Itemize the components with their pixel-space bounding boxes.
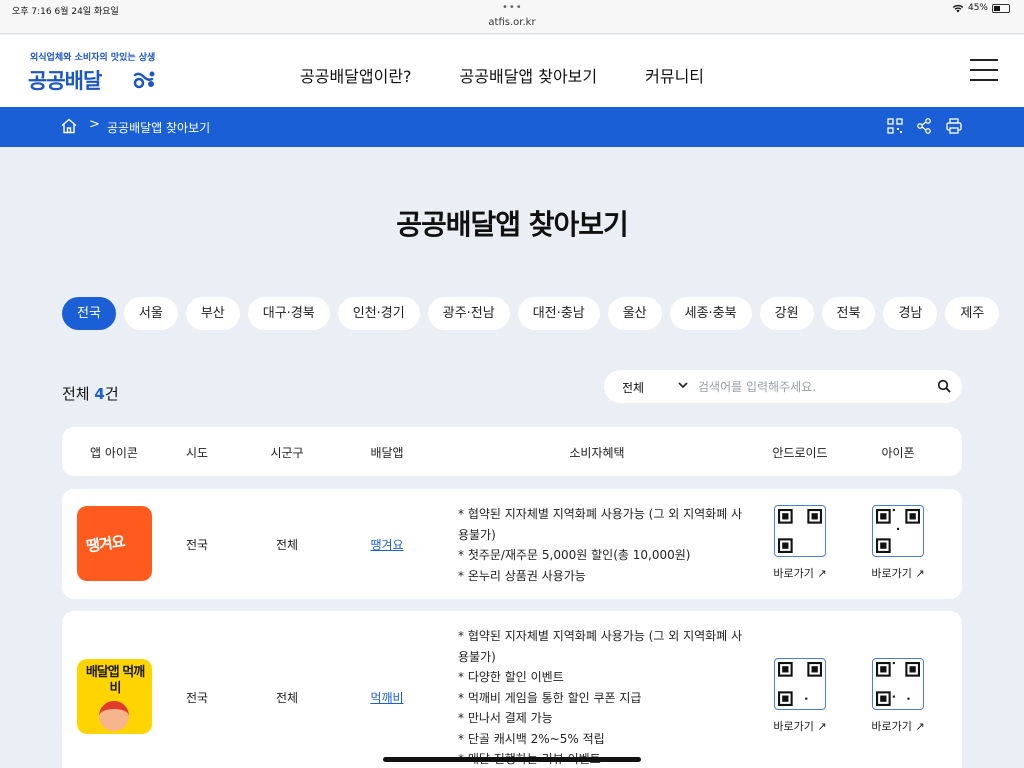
region-filter: 전국 서울 부산 대구·경북 인천·경기 광주·전남 대전·충남 울산 세종·충북 강원 전북 경남 제… xyxy=(62,297,1000,330)
result-count: 전체 4건 xyxy=(62,383,119,404)
ios-download: 바로가기 ↗ xyxy=(858,505,938,581)
multitask-dots[interactable]: ••• xyxy=(502,2,523,13)
android-link[interactable]: 바로가기 ↗ xyxy=(760,565,840,581)
region-chip[interactable]: 경남 xyxy=(883,297,938,330)
logo-tagline: 외식업체와 소비자의 맛있는 상생 xyxy=(30,53,156,63)
search-input[interactable] xyxy=(698,376,930,398)
home-icon[interactable] xyxy=(60,117,78,135)
android-link[interactable]: 바로가기 ↗ xyxy=(760,718,840,734)
region-chip[interactable]: 울산 xyxy=(607,297,662,330)
col-delivery-app: 배달앱 xyxy=(370,446,404,460)
app-icon-label: 배달앱 먹깨비 xyxy=(85,665,145,696)
region-chip[interactable]: 제주 xyxy=(945,297,1000,330)
app-link-ttaenggyeoyo[interactable]: 땡겨요 xyxy=(360,536,414,553)
region-chip[interactable]: 강원 xyxy=(759,297,814,330)
benefit-item: * 만나서 결제 가능 xyxy=(458,711,553,725)
benefits-list: * 협약된 지자체별 지역화폐 사용가능 (그 외 지역화폐 사용불가) * 다… xyxy=(458,626,748,768)
benefit-item: * 첫주문/재주문 5,000원 할인(총 10,000원) xyxy=(458,548,691,562)
table-row: 땡겨요 전국 전체 땡겨요 * 협약된 지자체별 지역화폐 사용가능 (그 외 … xyxy=(62,489,962,599)
region-chip[interactable]: 부산 xyxy=(185,297,240,330)
android-qr-code[interactable] xyxy=(774,505,826,557)
col-sido: 시도 xyxy=(185,446,209,460)
region-chip[interactable]: 세종·충북 xyxy=(669,297,752,330)
cell-sigungu: 전체 xyxy=(275,691,299,705)
menu-icon[interactable] xyxy=(970,59,998,81)
app-link-mukkaebi[interactable]: 먹깨비 xyxy=(360,689,414,706)
benefit-item: * 협약된 지자체별 지역화폐 사용가능 (그 외 지역화폐 사용불가) xyxy=(458,629,743,664)
qr-code-icon[interactable] xyxy=(886,117,904,135)
region-chip[interactable]: 광주·전남 xyxy=(427,297,510,330)
status-right: 45% xyxy=(952,3,1010,13)
col-app-icon: 앱 아이콘 xyxy=(90,446,138,460)
chevron-down-icon[interactable] xyxy=(677,378,689,392)
main-nav: 공공배달앱이란? 공공배달앱 찾아보기 커뮤니티 xyxy=(300,63,704,87)
android-download: 바로가기 ↗ xyxy=(760,505,840,581)
search-category-select[interactable]: 전체 xyxy=(622,379,644,396)
mascot-icon xyxy=(99,701,129,731)
share-icon[interactable] xyxy=(915,117,933,135)
home-indicator[interactable] xyxy=(383,757,641,762)
qr-pattern xyxy=(876,662,920,706)
android-download: 바로가기 ↗ xyxy=(760,658,840,734)
address-url[interactable]: atfis.or.kr xyxy=(0,17,1024,28)
region-chip[interactable]: 서울 xyxy=(123,297,178,330)
breadcrumb: > 공공배달앱 찾아보기 xyxy=(0,107,1024,147)
region-chip[interactable]: 대전·충남 xyxy=(517,297,600,330)
ios-link[interactable]: 바로가기 ↗ xyxy=(858,718,938,734)
region-chip[interactable]: 전국 xyxy=(62,297,116,330)
benefit-item: * 다양한 할인 이벤트 xyxy=(458,670,564,684)
col-iphone: 아이폰 xyxy=(881,446,915,460)
benefits-list: * 협약된 지자체별 지역화폐 사용가능 (그 외 지역화폐 사용불가) * 첫… xyxy=(458,504,748,586)
qr-pattern xyxy=(778,662,822,706)
cell-sido: 전국 xyxy=(185,691,209,705)
print-icon[interactable] xyxy=(945,117,963,135)
ttaenggyeoyo-app-icon: 땡겨요 xyxy=(77,506,152,581)
breadcrumb-separator: > xyxy=(89,117,100,132)
logo-scooter-icon xyxy=(133,71,155,89)
benefit-item: * 단골 캐시백 2%~5% 적립 xyxy=(458,731,605,746)
qr-pattern xyxy=(778,509,822,553)
app-icon-label: 땡겨요 xyxy=(85,532,126,556)
search-box: 전체 xyxy=(604,370,962,403)
wifi-icon xyxy=(952,4,964,12)
status-bar: 오후 7:16 6월 24일 화요일 ••• atfis.or.kr 45% xyxy=(0,0,1024,34)
region-chip[interactable]: 인천·경기 xyxy=(337,297,420,330)
benefit-item: * 협약된 지자체별 지역화폐 사용가능 (그 외 지역화폐 사용불가) xyxy=(458,507,743,542)
search-icon[interactable] xyxy=(937,379,951,393)
battery-percent: 45% xyxy=(967,3,988,13)
nav-community[interactable]: 커뮤니티 xyxy=(645,63,704,87)
page-title: 공공배달앱 찾아보기 xyxy=(396,208,629,241)
col-android: 안드로이드 xyxy=(772,446,828,460)
region-chip[interactable]: 대구·경북 xyxy=(247,297,330,330)
ios-download: 바로가기 ↗ xyxy=(858,658,938,734)
cell-sigungu: 전체 xyxy=(275,538,299,552)
qr-pattern xyxy=(876,509,920,553)
result-count-prefix: 전체 xyxy=(62,385,95,403)
nav-about[interactable]: 공공배달앱이란? xyxy=(300,63,412,87)
site-header: 외식업체와 소비자의 맛있는 상생 공공배달 공공배달앱이란? 공공배달앱 찾아… xyxy=(0,35,1024,107)
android-qr-code[interactable] xyxy=(774,658,826,710)
battery-icon xyxy=(992,3,1010,13)
table-header: 앱 아이콘 시도 시군구 배달앱 소비자혜택 안드로이드 아이폰 xyxy=(62,427,962,476)
region-chip[interactable]: 전북 xyxy=(821,297,876,330)
logo[interactable]: 공공배달 xyxy=(28,65,102,95)
benefit-item: * 온누리 상품권 사용가능 xyxy=(458,568,586,583)
mukkaebi-app-icon: 배달앱 먹깨비 xyxy=(77,659,152,734)
col-benefits: 소비자혜택 xyxy=(569,446,625,460)
ios-link[interactable]: 바로가기 ↗ xyxy=(858,565,938,581)
ios-qr-code[interactable] xyxy=(872,658,924,710)
ios-qr-code[interactable] xyxy=(872,505,924,557)
result-count-suffix: 건 xyxy=(104,385,119,403)
nav-find-app[interactable]: 공공배달앱 찾아보기 xyxy=(460,63,598,87)
table-row: 배달앱 먹깨비 전국 전체 먹깨비 * 협약된 지자체별 지역화폐 사용가능 (… xyxy=(62,611,962,768)
benefit-item: * 먹깨비 게임을 통한 할인 쿠폰 지급 xyxy=(458,690,642,705)
cell-sido: 전국 xyxy=(185,538,209,552)
result-count-number: 4 xyxy=(94,385,105,403)
status-time: 오후 7:16 6월 24일 화요일 xyxy=(12,7,119,17)
breadcrumb-current: 공공배달앱 찾아보기 xyxy=(107,121,211,135)
col-sigungu: 시군구 xyxy=(270,446,304,460)
